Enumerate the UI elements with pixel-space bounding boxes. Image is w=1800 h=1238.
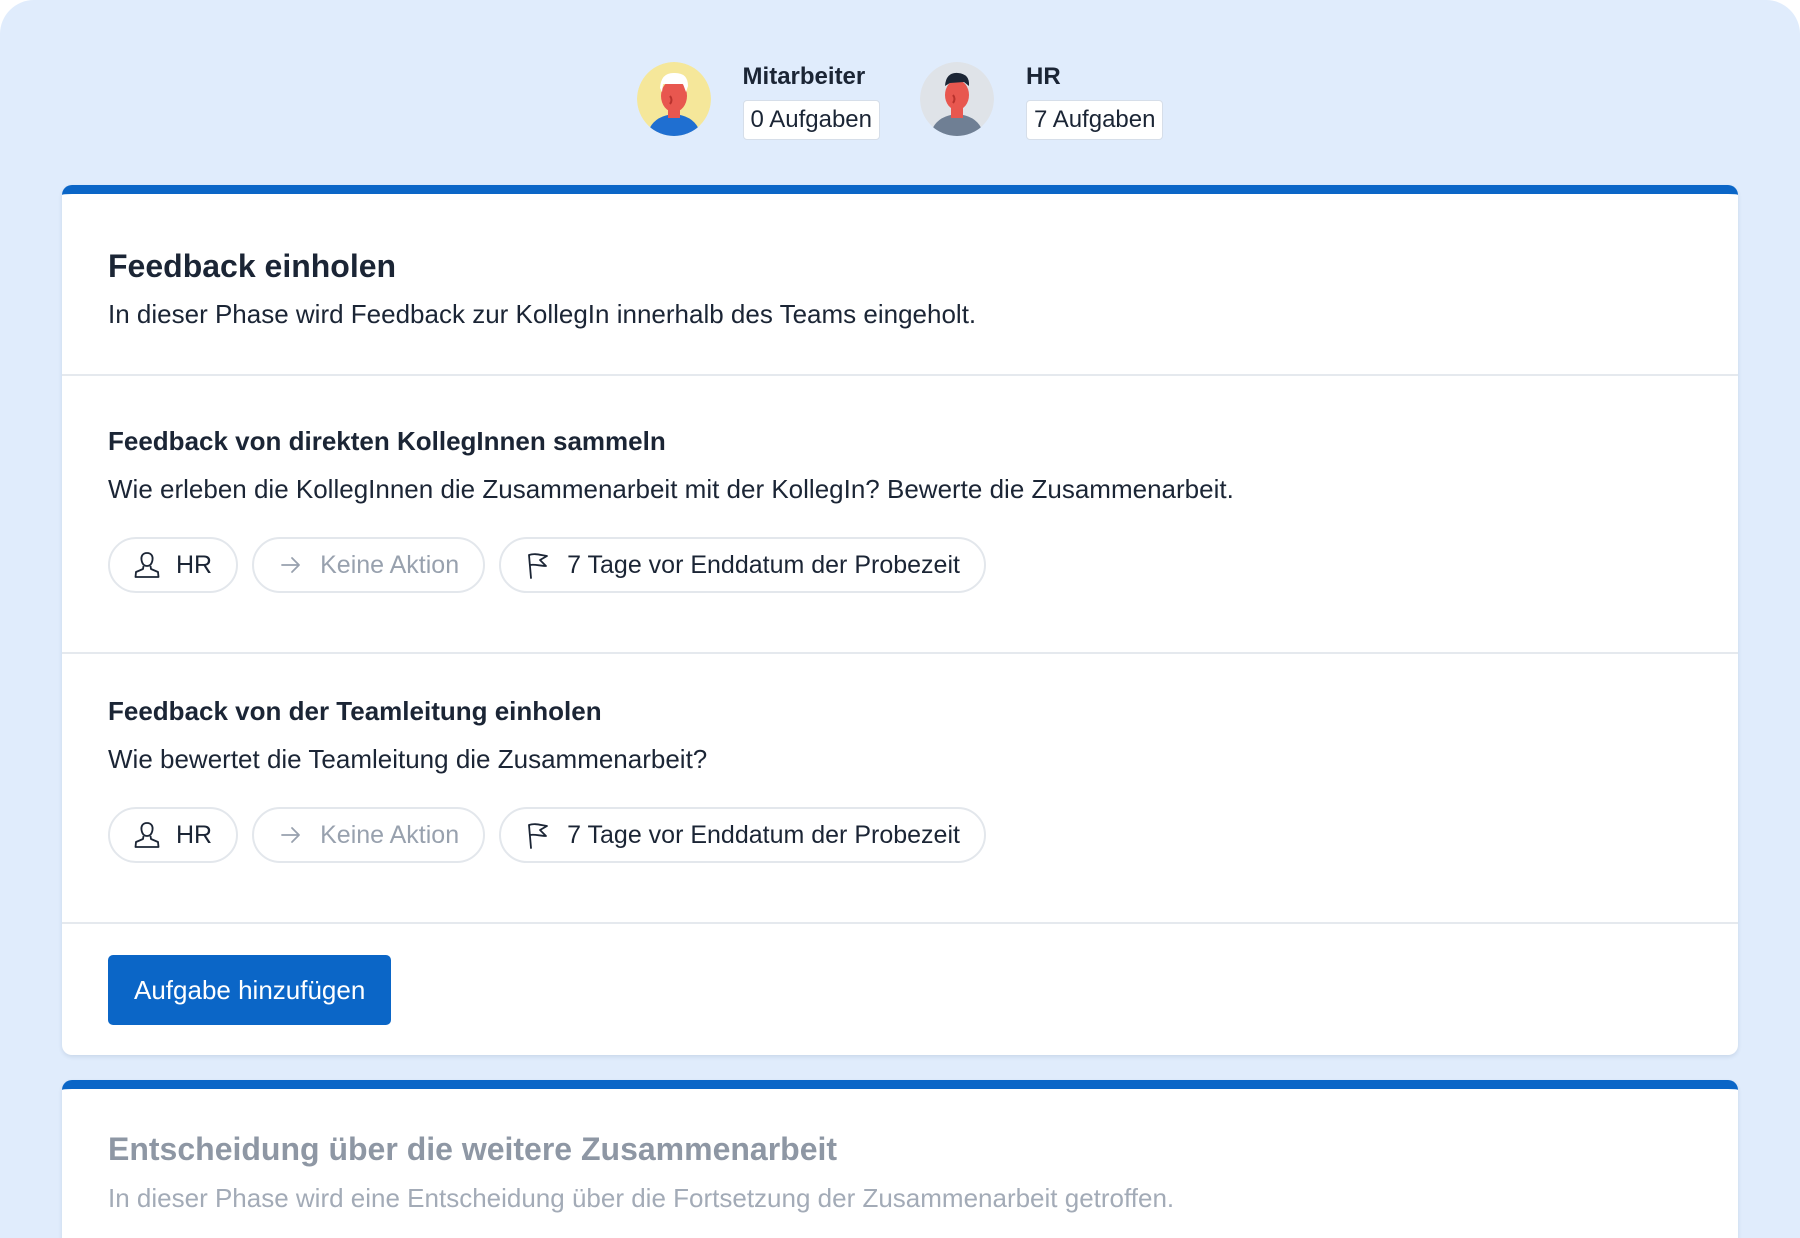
assignee-chip[interactable]: HR: [108, 537, 239, 593]
flag-icon: [523, 820, 553, 850]
task-item[interactable]: Feedback von der Teamleitung einholen Wi…: [62, 654, 1738, 924]
assignee-label: HR: [176, 550, 213, 579]
role-summary: Mitarbeiter 0 Aufgaben HR 7 Aufgaben: [0, 60, 1800, 140]
flag-icon: [523, 550, 553, 580]
role-hr[interactable]: HR 7 Aufgaben: [920, 60, 1164, 140]
task-description: Wie bewertet die Teamleitung die Zusamme…: [108, 744, 708, 774]
phase-card: Entscheidung über die weitere Zusammenar…: [62, 1080, 1738, 1238]
arrow-right-icon: [276, 820, 306, 850]
app-frame: Mitarbeiter 0 Aufgaben HR 7 Aufgaben Fee…: [0, 0, 1800, 1238]
deadline-chip[interactable]: 7 Tage vor Enddatum der Probezeit: [499, 807, 986, 863]
user-icon: [132, 820, 162, 850]
employee-avatar-icon: [636, 62, 711, 136]
assignee-chip[interactable]: HR: [108, 807, 239, 863]
role-name: HR: [1026, 63, 1061, 90]
user-icon: [132, 550, 162, 580]
role-name: Mitarbeiter: [742, 63, 866, 90]
assignee-label: HR: [176, 820, 213, 849]
deadline-label: 7 Tage vor Enddatum der Probezeit: [567, 550, 960, 579]
action-label: Keine Aktion: [320, 820, 460, 849]
task-item[interactable]: Feedback von direkten KollegInnen sammel…: [62, 384, 1738, 654]
action-label: Keine Aktion: [320, 550, 460, 579]
phase-card: Feedback einholen In dieser Phase wird F…: [62, 185, 1738, 1055]
action-chip[interactable]: Keine Aktion: [252, 807, 486, 863]
task-chips: HR Keine Aktion 7 Tage vor Enddatum der …: [108, 537, 986, 593]
task-title: Feedback von der Teamleitung einholen: [108, 696, 602, 726]
role-task-count: 0 Aufgaben: [742, 100, 880, 140]
deadline-label: 7 Tage vor Enddatum der Probezeit: [567, 820, 960, 849]
phase-title: Feedback einholen: [108, 248, 397, 284]
phase-title: Entscheidung über die weitere Zusammenar…: [108, 1131, 838, 1167]
task-title: Feedback von direkten KollegInnen sammel…: [108, 426, 666, 456]
phase-description: In dieser Phase wird eine Entscheidung ü…: [108, 1183, 1175, 1213]
phase-description: In dieser Phase wird Feedback zur Kolleg…: [108, 299, 977, 329]
phase-header: Feedback einholen In dieser Phase wird F…: [62, 194, 1738, 376]
hr-avatar-icon: [920, 62, 994, 136]
task-chips: HR Keine Aktion 7 Tage vor Enddatum der …: [108, 807, 986, 863]
role-task-count: 7 Aufgaben: [1026, 100, 1164, 140]
task-description: Wie erleben die KollegInnen die Zusammen…: [108, 474, 1234, 504]
action-chip[interactable]: Keine Aktion: [252, 537, 486, 593]
arrow-right-icon: [276, 550, 306, 580]
role-employee[interactable]: Mitarbeiter 0 Aufgaben: [636, 60, 880, 140]
deadline-chip[interactable]: 7 Tage vor Enddatum der Probezeit: [499, 537, 986, 593]
add-task-button[interactable]: Aufgabe hinzufügen: [108, 955, 392, 1025]
